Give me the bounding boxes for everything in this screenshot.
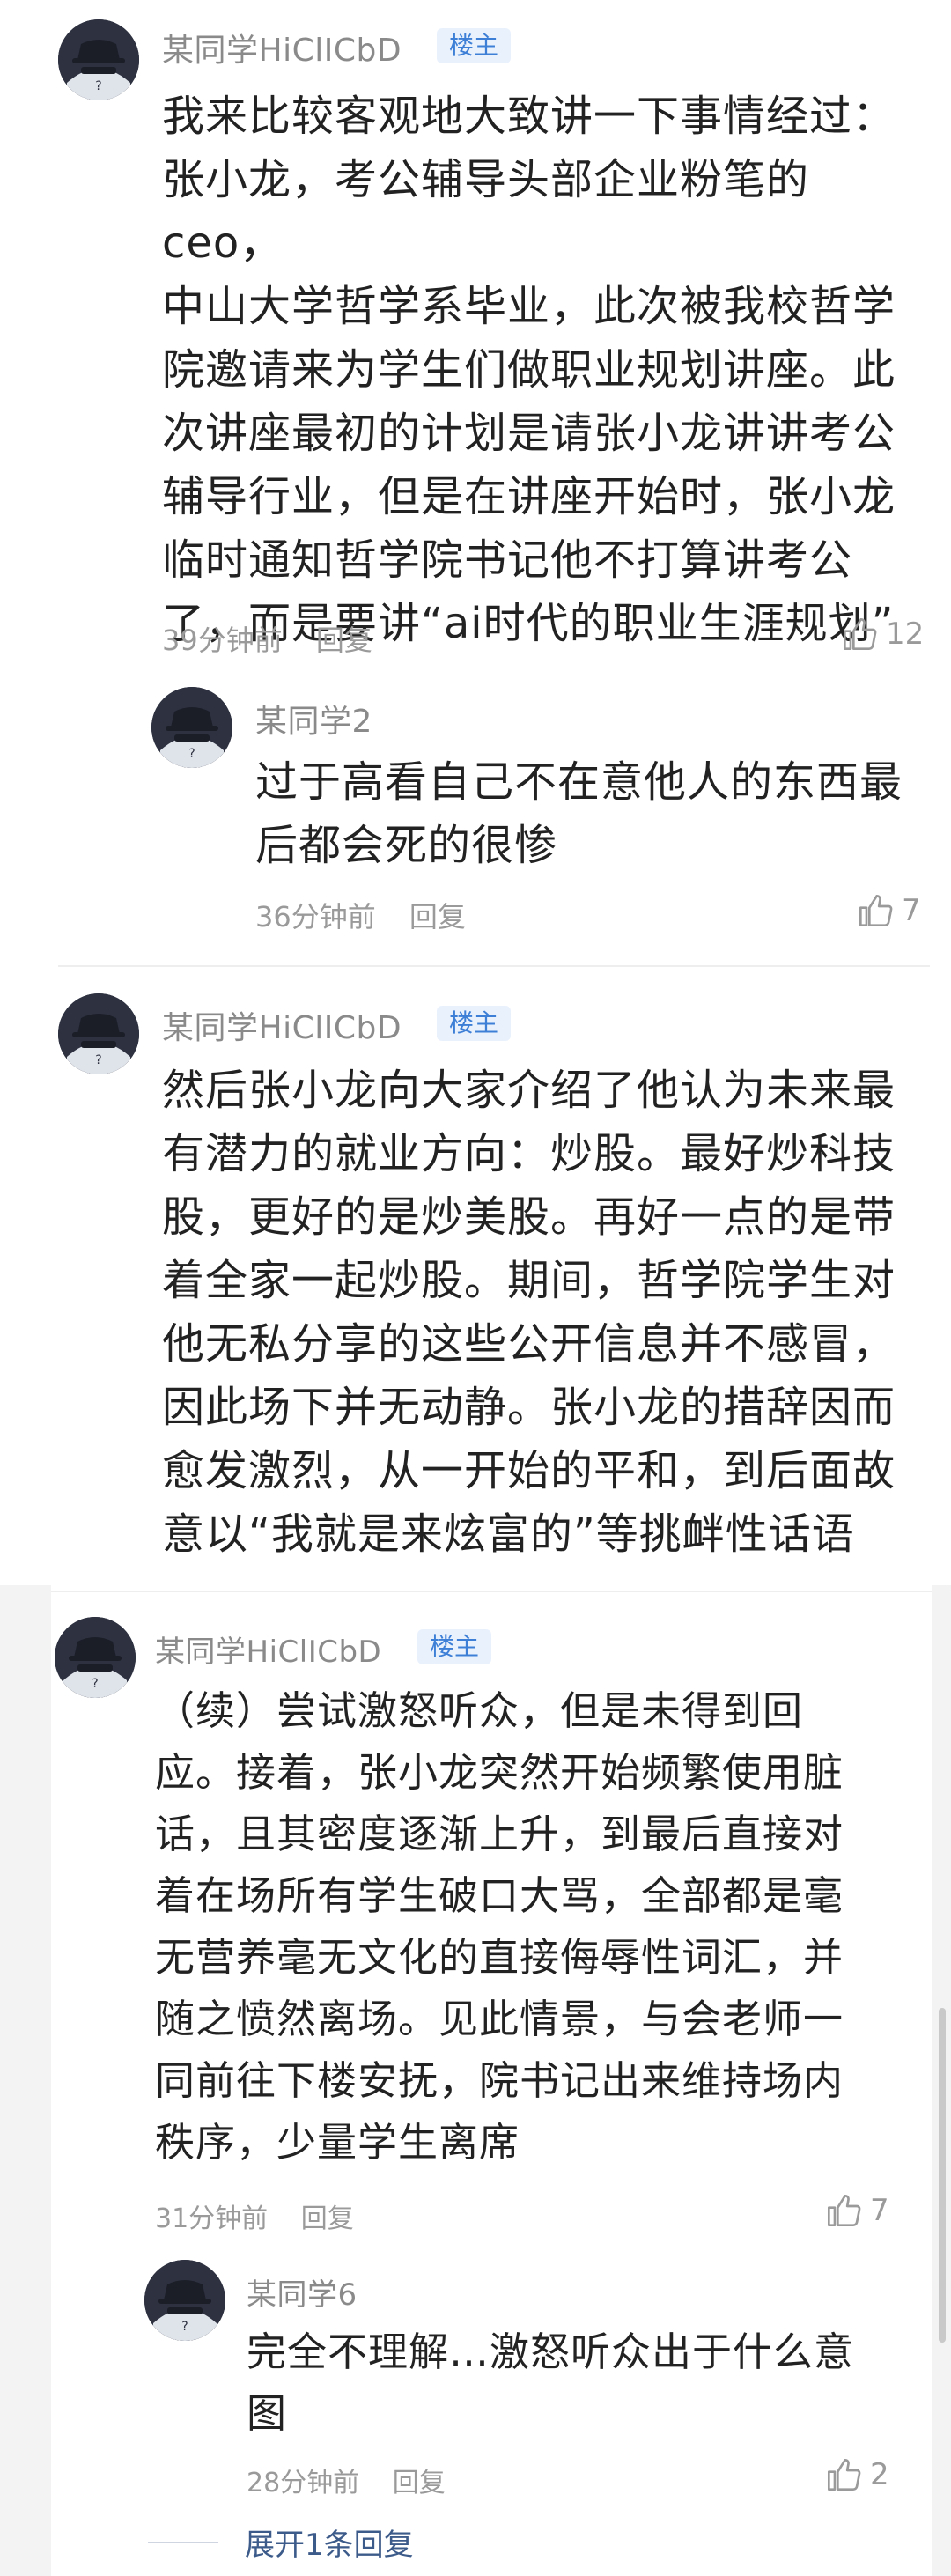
- user-avatar[interactable]: ?: [58, 19, 139, 100]
- comment-line: 随之愤然离场。见此情景，与会老师一: [155, 1996, 844, 2042]
- reply-avatar[interactable]: ?: [144, 2260, 225, 2341]
- like-button[interactable]: 7: [826, 2193, 889, 2228]
- reply-button[interactable]: 回复: [301, 2203, 354, 2234]
- comment-line: 秩序，少量学生离席: [155, 2119, 520, 2166]
- thumbs-up-icon: [859, 895, 893, 926]
- comment-line: 次讲座最初的计划是请张小龙讲讲考公: [162, 409, 896, 458]
- thumbs-up-icon: [844, 618, 877, 650]
- svg-text:?: ?: [181, 2320, 188, 2334]
- reply-text: 过于高看自己不在意他人的东西最 后都会死的很惨: [255, 750, 925, 877]
- svg-text:?: ?: [95, 1053, 101, 1067]
- user-avatar[interactable]: ?: [58, 993, 139, 1074]
- timestamp: 28分钟前: [247, 2468, 360, 2498]
- comment-meta: 39分钟前 回复: [162, 618, 372, 659]
- op-badge: 楼主: [437, 1006, 512, 1041]
- timestamp: 31分钟前: [155, 2203, 269, 2234]
- comment-text: 我来比较客观地大致讲一下事情经过： 张小龙，考公辅导头部企业粉笔的ceo， 中山…: [162, 85, 919, 655]
- comment-line: 然后张小龙向大家介绍了他认为未来最: [162, 1066, 896, 1115]
- comment-line: 意以“我就是来炫富的”等挑衅性话语: [162, 1509, 855, 1559]
- comment-line: 同前往下楼安抚，院书记出来维持场内: [155, 2057, 844, 2104]
- reply-avatar[interactable]: ?: [151, 687, 232, 768]
- comment-meta: 31分钟前 回复: [155, 2196, 354, 2235]
- username[interactable]: 某同学HiClICbD: [162, 25, 402, 70]
- reply-username[interactable]: 某同学6: [247, 2270, 358, 2314]
- like-count: 12: [886, 616, 925, 652]
- op-badge: 楼主: [437, 28, 512, 63]
- svg-text:?: ?: [92, 1677, 98, 1691]
- anonymous-hat-avatar-icon: ?: [58, 993, 139, 1074]
- like-count: 7: [902, 893, 921, 928]
- reply-meta: 28分钟前 回复: [247, 2461, 446, 2499]
- comment-line: 我来比较客观地大致讲一下事情经过：: [162, 92, 896, 141]
- reply-button[interactable]: 回复: [393, 2468, 446, 2498]
- anonymous-hat-avatar-icon: ?: [151, 687, 232, 768]
- username[interactable]: 某同学HiClICbD: [162, 1002, 402, 1048]
- comment-line: 愈发激烈，从一开始的平和，到后面故: [162, 1446, 896, 1495]
- anonymous-hat-avatar-icon: ?: [55, 1617, 136, 1698]
- reply-button[interactable]: 回复: [409, 900, 466, 934]
- comment-line: 着在场所有学生破口大骂，全部都是毫: [155, 1872, 844, 1919]
- reply-line: 完全不理解…激怒听众出于什么意: [247, 2329, 855, 2375]
- reply-button[interactable]: 回复: [316, 624, 372, 657]
- expand-line: [148, 2541, 218, 2543]
- expand-replies-label: 展开1条回复: [245, 2528, 414, 2563]
- user-avatar[interactable]: ?: [55, 1617, 136, 1698]
- comment-line: 股，更好的是炒美股。再好一点的是带: [162, 1192, 896, 1242]
- svg-text:?: ?: [188, 747, 195, 761]
- thumbs-up-icon: [828, 2459, 861, 2491]
- divider: [58, 965, 930, 967]
- like-button[interactable]: 2: [826, 2457, 889, 2492]
- anonymous-hat-avatar-icon: ?: [58, 19, 139, 100]
- username[interactable]: 某同学HiClICbD: [155, 1628, 381, 1671]
- comment-line: 无营养毫无文化的直接侮辱性词汇，并: [155, 1934, 844, 1981]
- timestamp: 36分钟前: [255, 900, 376, 934]
- comment-text: （续）尝试激怒听众，但是未得到回 应。接着，张小龙突然开始频繁使用脏 话，且其密…: [155, 1680, 912, 2174]
- thumbs-up-icon: [828, 2195, 861, 2226]
- anonymous-hat-avatar-icon: ?: [144, 2260, 225, 2341]
- timestamp: 39分钟前: [162, 624, 283, 657]
- scrollbar[interactable]: [939, 2008, 946, 2343]
- comment-line: 因此场下并无动静。张小龙的措辞因而: [162, 1383, 896, 1432]
- comment-line: 着全家一起炒股。期间，哲学院学生对: [162, 1256, 896, 1305]
- expand-replies-link[interactable]: 展开1条回复: [148, 2521, 414, 2564]
- comment-line: 他无私分享的这些公开信息并不感冒，: [162, 1319, 896, 1369]
- op-badge: 楼主: [417, 1629, 492, 1664]
- like-button[interactable]: 7: [858, 893, 921, 928]
- divider: [51, 1591, 932, 1592]
- comment-line: 中山大学哲学系毕业，此次被我校哲学: [162, 282, 896, 331]
- reply-line: 后都会死的很惨: [255, 821, 558, 870]
- reply-line: 过于高看自己不在意他人的东西最: [255, 757, 903, 807]
- like-count: 2: [870, 2457, 889, 2492]
- like-count: 7: [870, 2193, 889, 2228]
- comment-line: 有潜力的就业方向：炒股。最好炒科技: [162, 1129, 896, 1178]
- reply-meta: 36分钟前 回复: [255, 895, 466, 935]
- comment-text: 然后张小龙向大家介绍了他认为未来最 有潜力的就业方向：炒股。最好炒科技 股，更好…: [162, 1059, 919, 1566]
- like-button[interactable]: 12: [842, 616, 924, 652]
- comment-line: 临时通知哲学院书记他不打算讲考公: [162, 535, 853, 585]
- comment-line: 话，且其密度逐渐上升，到最后直接对: [155, 1811, 844, 1857]
- screenshot-seam: [0, 1585, 51, 2576]
- comment-line: 张小龙，考公辅导头部企业粉笔的ceo，: [162, 155, 810, 268]
- svg-text:?: ?: [95, 79, 101, 93]
- comment-line: 应。接着，张小龙突然开始频繁使用脏: [155, 1749, 844, 1796]
- comment-line: （续）尝试激怒听众，但是未得到回: [155, 1687, 804, 1734]
- reply-username[interactable]: 某同学2: [255, 696, 372, 742]
- comment-line: 院邀请来为学生们做职业规划讲座。此: [162, 345, 896, 395]
- reply-line: 图: [247, 2390, 288, 2437]
- comment-line: 辅导行业，但是在讲座开始时，张小龙: [162, 472, 896, 521]
- reply-text: 完全不理解…激怒听众出于什么意 图: [247, 2321, 916, 2445]
